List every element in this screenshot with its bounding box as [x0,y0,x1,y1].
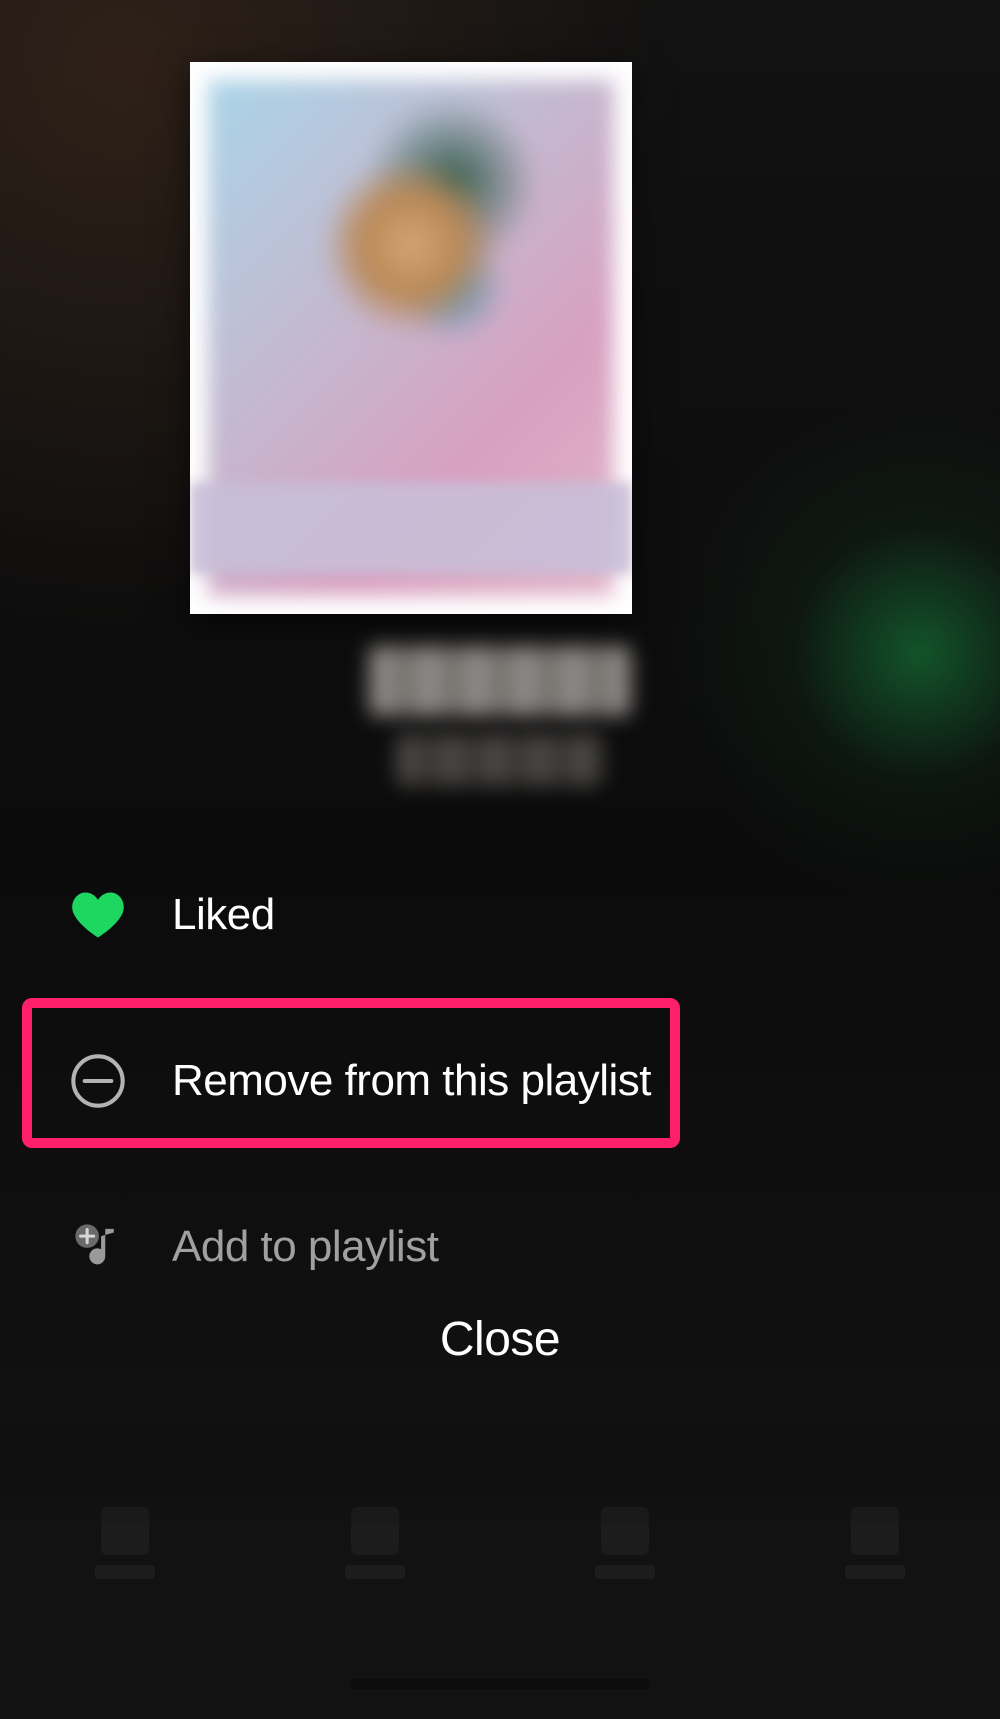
album-art [190,62,632,614]
track-titles [0,646,1000,786]
menu-item-remove-from-playlist[interactable]: Remove from this playlist [0,998,1000,1164]
bottom-nav [0,1483,1000,1579]
heart-icon [68,890,128,940]
menu-item-label: Remove from this playlist [172,1056,651,1106]
track-artist-obscured [396,734,604,786]
menu-item-label: Liked [172,890,275,940]
close-button[interactable]: Close [0,1312,1000,1367]
menu-item-label: Add to playlist [172,1222,438,1272]
add-music-icon [68,1218,128,1276]
context-menu: Liked Remove from this playlist Add to p… [0,832,1000,1330]
bottom-shelf [0,1439,1000,1719]
home-indicator [350,1679,650,1689]
menu-item-add-to-playlist[interactable]: Add to playlist [0,1164,1000,1330]
menu-item-liked[interactable]: Liked [0,832,1000,998]
track-title-obscured [369,646,631,716]
remove-circle-icon [68,1052,128,1110]
